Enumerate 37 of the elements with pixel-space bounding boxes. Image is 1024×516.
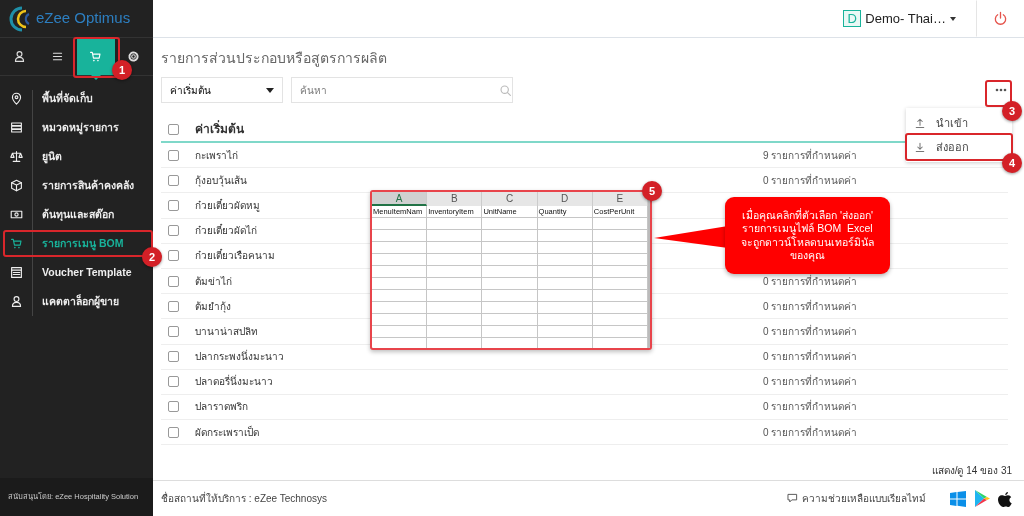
column-letter: D (537, 192, 593, 206)
item-name: ปลาราดพริก (195, 400, 248, 415)
configured-count: 0 รายการที่กำหนดค่า (763, 426, 858, 438)
provider-text: ชื่อสถานที่ให้บริการ : eZee Technosys (161, 491, 328, 506)
step-number-badge: 5 (642, 181, 662, 201)
item-name: ก๋วยเตี๋ยวเรือคนาม (195, 248, 275, 264)
configured-count: 0 รายการที่กำหนดค่า (763, 401, 858, 413)
column-letter: A (372, 192, 428, 206)
step-number-badge: 3 (1002, 101, 1022, 121)
app-name: eZee Optimus (36, 8, 131, 29)
item-name: ปลาดอรี่นึ่งมะนาว (195, 374, 273, 390)
item-name: ก๋วยเตี๋ยวผัดหมู (195, 198, 260, 213)
item-name: ผัดกระเพราเป็ด (195, 424, 259, 440)
configured-count: 9 รายการที่กำหนดค่า (763, 149, 858, 161)
item-name: ต้มข่าไก่ (195, 274, 232, 289)
callout-bubble: เมื่อคุณคลิกที่ตัวเลือก 'ส่งออก' รายการเมนูไฟล์ BOM Excel จะถูกดาวน์โหลดบนเทอร์มินัล ของคุณ (725, 197, 890, 274)
configured-count: 0 รายการที่กำหนดค่า (763, 275, 858, 287)
item-name: ปลากระพงนึ่งมะนาว (195, 349, 284, 365)
column-letter: C (482, 192, 538, 206)
configured-count: 0 รายการที่กำหนดค่า (763, 174, 858, 186)
configured-count: 0 รายการที่กำหนดค่า (763, 300, 858, 312)
configured-count: 0 รายการที่กำหนดค่า (763, 325, 858, 337)
item-name: บานาน่าสปลิท (195, 324, 258, 339)
step-number-badge: 4 (1002, 153, 1022, 173)
configured-count: 0 รายการที่กำหนดค่า (763, 351, 858, 363)
column-letter: B (427, 192, 483, 206)
item-name: ต้มยำกุ้ง (195, 299, 231, 314)
property-initial: D (843, 10, 862, 27)
configured-count: 0 รายการที่กำหนดค่า (763, 376, 858, 388)
item-name: กุ้งอบวุ้นเส้น (195, 173, 247, 188)
page-title: รายการส่วนประกอบหรือสูตรการผลิต (161, 49, 388, 69)
step-number-badge: 2 (142, 247, 162, 267)
column-letter: E (592, 192, 648, 206)
item-name: กะเพราไก่ (195, 148, 238, 163)
column-header: ค่าเริ่มต้น (195, 120, 244, 138)
item-name: ก๋วยเตี๋ยวผัดไก่ (195, 223, 257, 239)
pagination-text: แสดง/ดู 14 ของ 31 (931, 464, 1012, 479)
